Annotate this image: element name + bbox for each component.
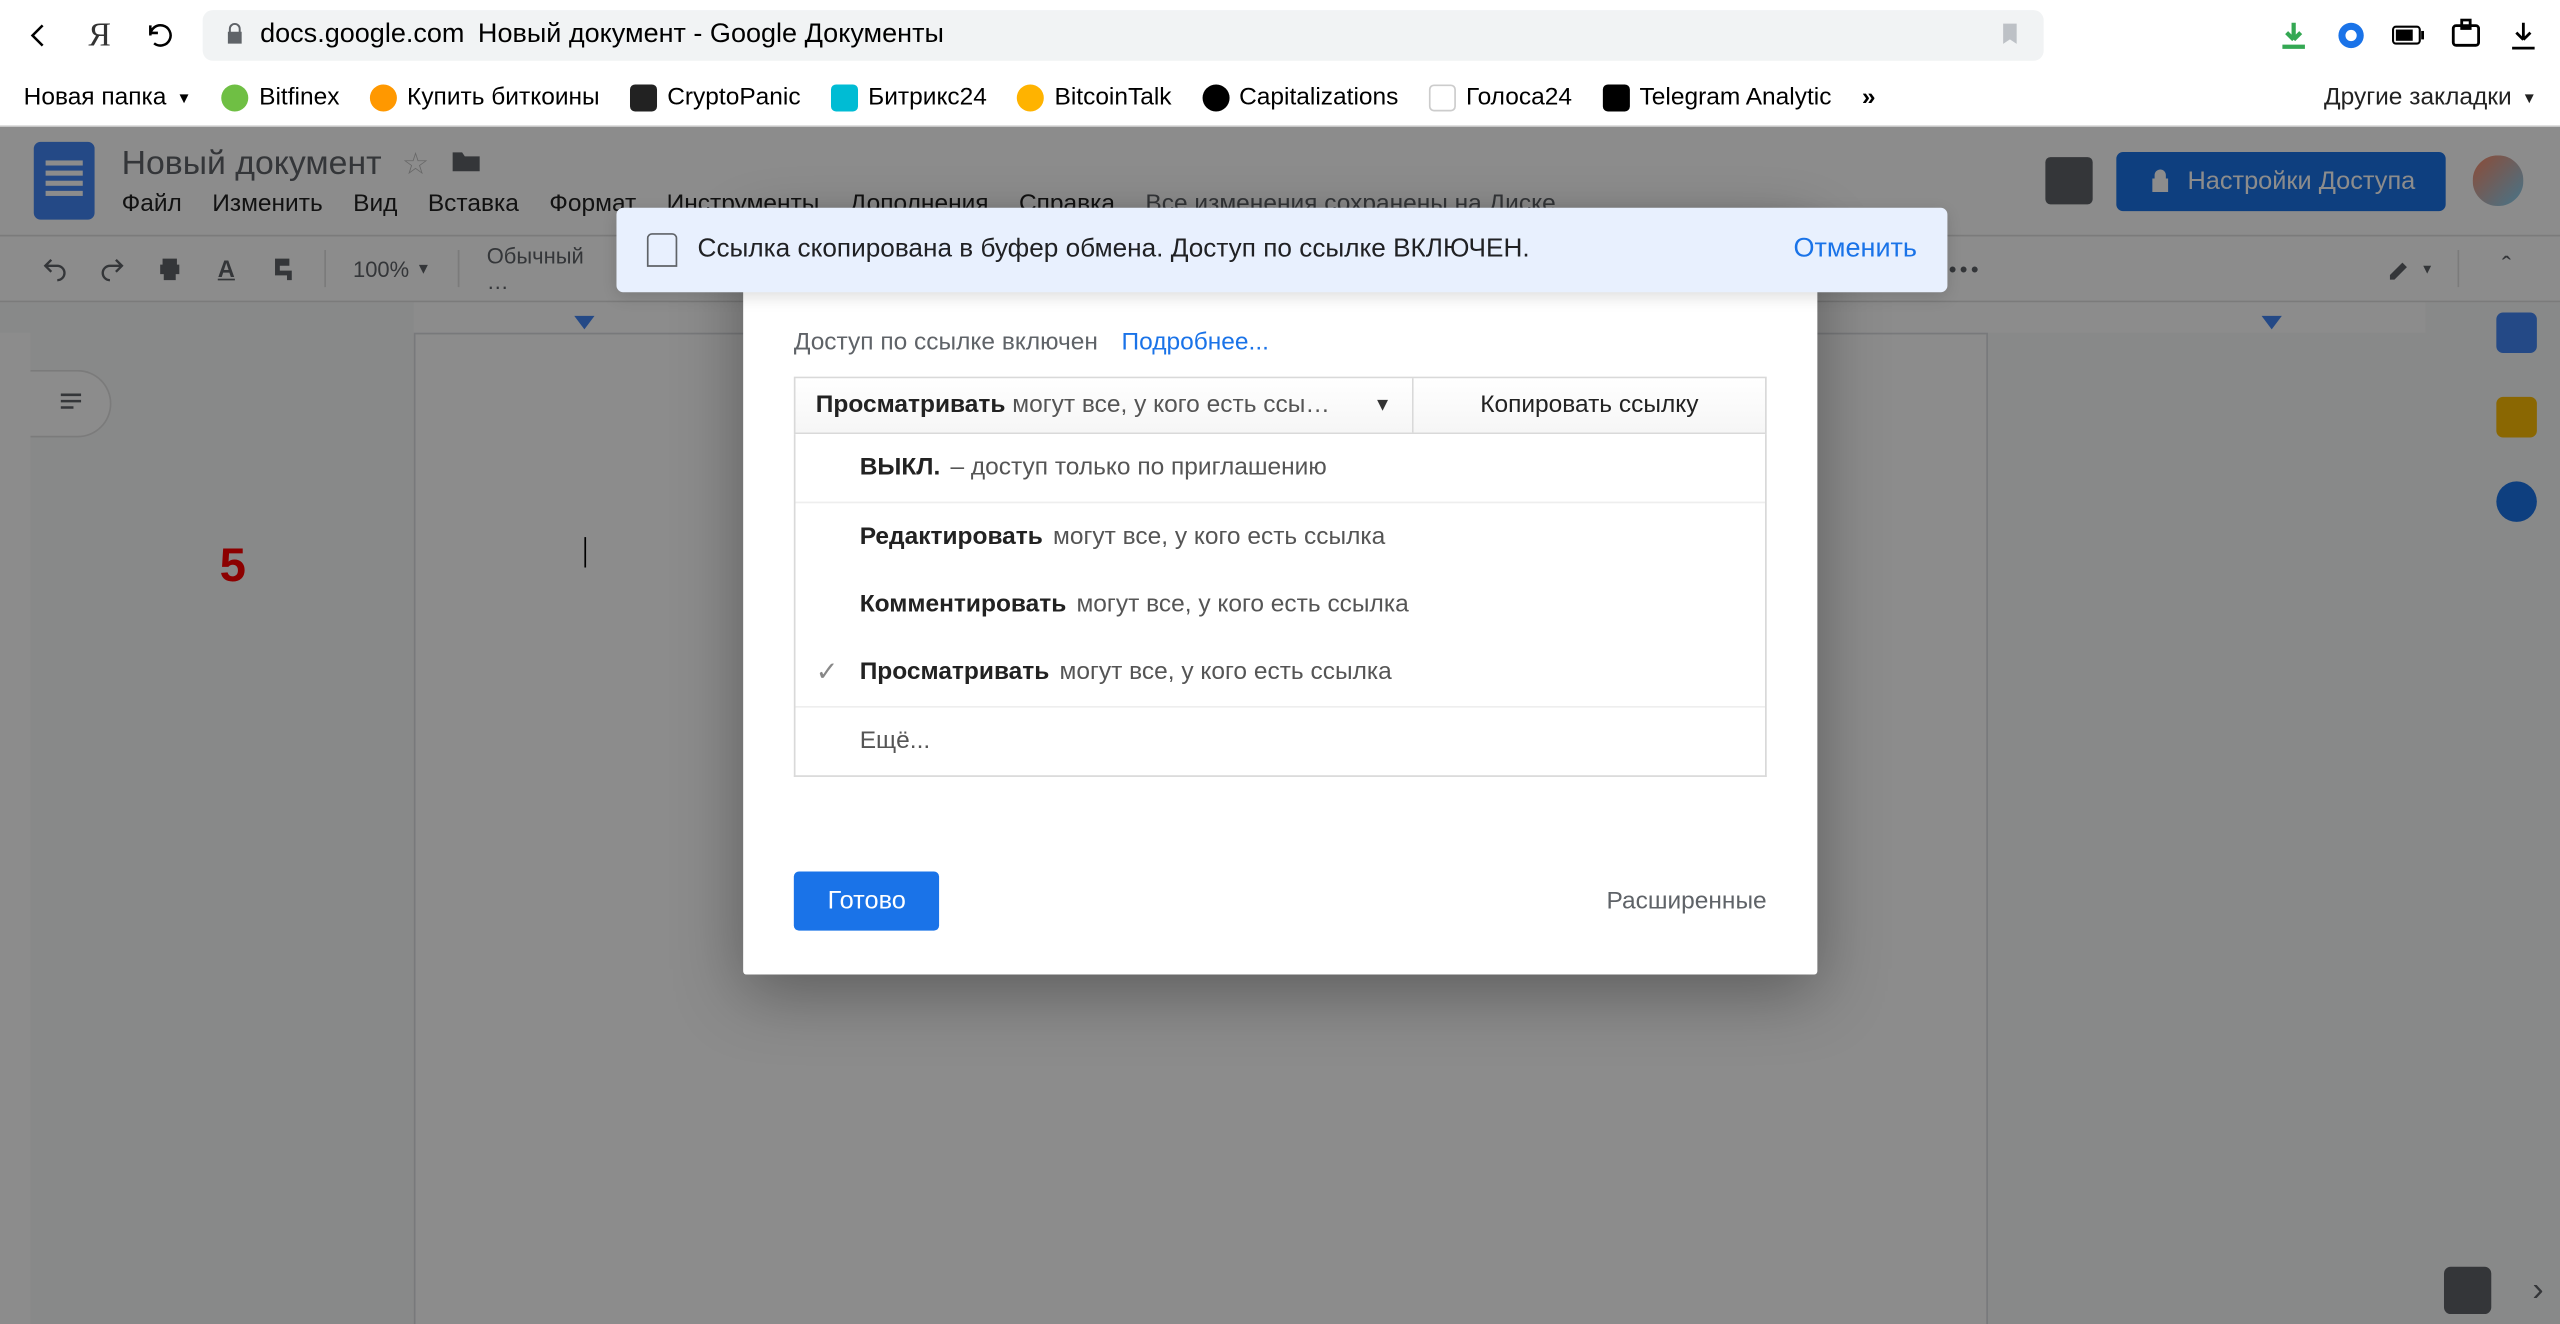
- permission-dropdown[interactable]: Просматривать могут все, у кого есть ссы…: [796, 378, 1414, 432]
- bookmark-item[interactable]: Купить биткоины: [370, 84, 600, 111]
- bookmark-item[interactable]: Capitalizations: [1202, 84, 1398, 111]
- done-button[interactable]: Готово: [794, 872, 940, 931]
- bookmark-item[interactable]: Битрикс24: [831, 84, 987, 111]
- option-more[interactable]: Ещё...: [796, 706, 1765, 775]
- download-arrow-icon[interactable]: [2277, 19, 2311, 53]
- back-button[interactable]: [20, 17, 57, 54]
- bookmark-item[interactable]: Telegram Analytic: [1602, 84, 1831, 111]
- bookmarks-bar: Новая папка ▼ Bitfinex Купить биткоины C…: [0, 71, 2560, 127]
- bookmark-item[interactable]: Bitfinex: [222, 84, 339, 111]
- url-domain: docs.google.com: [260, 20, 464, 50]
- downloads-icon[interactable]: [2506, 19, 2540, 53]
- learn-more-link[interactable]: Подробнее...: [1122, 329, 1269, 356]
- link-sharing-status: Доступ по ссылке включен: [794, 329, 1098, 356]
- bookmark-folder[interactable]: Новая папка ▼: [24, 84, 192, 111]
- link-copied-toast: Ссылка скопирована в буфер обмена. Досту…: [616, 208, 1947, 292]
- browser-tool-icons: [2277, 19, 2540, 53]
- option-off[interactable]: ВЫКЛ. – доступ только по приглашению: [796, 434, 1765, 502]
- reload-button[interactable]: [142, 17, 179, 54]
- option-view[interactable]: ✓ Просматривать могут все, у кого есть с…: [796, 638, 1765, 706]
- url-title: Новый документ - Google Документы: [478, 20, 944, 50]
- caret-down-icon: ▼: [1373, 395, 1391, 415]
- permission-options-list: ВЫКЛ. – доступ только по приглашению Ред…: [794, 434, 1767, 777]
- clipboard-icon: [647, 233, 677, 267]
- browser-nav-bar: Я docs.google.com Новый документ - Googl…: [0, 0, 2560, 71]
- check-icon: ✓: [816, 655, 839, 689]
- bookmark-item[interactable]: Голоса24: [1429, 84, 1572, 111]
- bookmarks-overflow[interactable]: »: [1862, 84, 1876, 111]
- advanced-link[interactable]: Расширенные: [1606, 888, 1766, 915]
- share-dialog: Ссылка скопирована в буфер обмена. Досту…: [743, 215, 1817, 975]
- address-bar[interactable]: docs.google.com Новый документ - Google …: [203, 10, 2044, 61]
- option-comment[interactable]: Комментировать могут все, у кого есть сс…: [796, 571, 1765, 639]
- yandex-icon[interactable]: Я: [81, 17, 118, 54]
- copy-link-button[interactable]: Копировать ссылку: [1414, 378, 1765, 432]
- option-edit[interactable]: Редактировать могут все, у кого есть ссы…: [796, 502, 1765, 571]
- toast-message: Ссылка скопирована в буфер обмена. Досту…: [698, 235, 1530, 265]
- bookmark-item[interactable]: CryptoPanic: [630, 84, 801, 111]
- extension-circle-icon[interactable]: [2334, 19, 2368, 53]
- undo-link[interactable]: Отменить: [1794, 235, 1917, 265]
- bookmark-item[interactable]: BitcoinTalk: [1017, 84, 1171, 111]
- battery-icon: [2392, 19, 2426, 53]
- other-bookmarks[interactable]: Другие закладки ▼: [2324, 84, 2537, 111]
- extension-square-icon[interactable]: [2449, 19, 2483, 53]
- bookmark-icon[interactable]: [1996, 19, 2023, 51]
- lock-icon: [223, 21, 247, 50]
- docs-workspace: Новый документ ☆ Файл Изменить Вид Встав…: [0, 127, 2560, 1324]
